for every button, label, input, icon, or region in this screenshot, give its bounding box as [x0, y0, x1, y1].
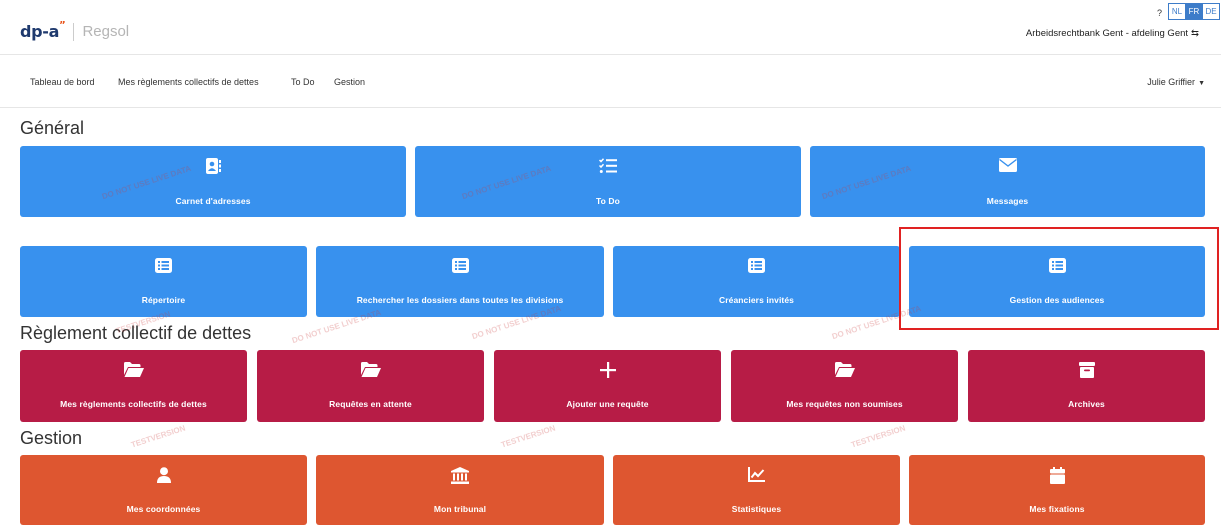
- help-link[interactable]: ?: [1157, 8, 1162, 18]
- lang-fr-button[interactable]: FR: [1185, 3, 1203, 20]
- section-title-collective-settlement: Règlement collectif de dettes: [20, 323, 252, 343]
- list-icon: [20, 258, 307, 273]
- app-logo[interactable]: dp-a” Regsol: [20, 20, 130, 41]
- tile-label: Messages: [986, 196, 1029, 206]
- courthouse-icon: [316, 467, 604, 484]
- tile-directory[interactable]: Répertoire: [20, 246, 307, 317]
- lang-nl-button[interactable]: NL: [1168, 3, 1186, 20]
- folder-open-icon: [20, 362, 247, 377]
- tile-label: Mes règlements collectifs de dettes: [60, 399, 207, 409]
- tile-label: Carnet d'adresses: [175, 196, 251, 206]
- nav-management[interactable]: Gestion: [334, 77, 365, 87]
- tile-label: Ajouter une requête: [566, 399, 649, 409]
- logo-divider: [73, 22, 75, 41]
- test-watermark: TESTVERSION: [849, 423, 907, 450]
- list-icon: [909, 258, 1205, 273]
- tile-address-book[interactable]: Carnet d'adresses: [20, 146, 406, 217]
- archive-icon: [968, 362, 1205, 378]
- user-menu[interactable]: Julie Griffier ▼: [1147, 77, 1205, 87]
- top-header: dp-a” Regsol ? NL FR DE Arbeidsrechtbank…: [0, 0, 1221, 55]
- user-name: Julie Griffier: [1147, 77, 1196, 87]
- tile-label: Statistiques: [731, 504, 782, 514]
- main-nav: Tableau de bord Mes règlements collectif…: [0, 55, 1221, 108]
- list-icon: [613, 258, 900, 273]
- test-watermark: TESTVERSION: [499, 423, 557, 450]
- tile-label: Mes requêtes non soumises: [786, 399, 903, 409]
- swap-icon: ⇆: [1191, 28, 1199, 39]
- tile-label: Rechercher les dossiers dans toutes les …: [356, 295, 564, 305]
- tile-hearing-management[interactable]: Gestion des audiences: [909, 246, 1205, 317]
- section-title-general: Général: [20, 118, 85, 138]
- folder-open-icon: [257, 362, 484, 377]
- tile-pending-requests[interactable]: Requêtes en attente: [257, 350, 484, 422]
- tile-add-request[interactable]: Ajouter une requête: [494, 350, 721, 422]
- envelope-icon: [810, 158, 1205, 172]
- logo-wordmark: dp-a”: [20, 20, 66, 41]
- tile-my-details[interactable]: Mes coordonnées: [20, 455, 307, 525]
- tile-messages[interactable]: Messages: [810, 146, 1205, 217]
- tile-invited-creditors[interactable]: Créanciers invités: [613, 246, 900, 317]
- tile-search-all-divisions[interactable]: Rechercher les dossiers dans toutes les …: [316, 246, 604, 317]
- tile-unsubmitted-requests[interactable]: Mes requêtes non soumises: [731, 350, 958, 422]
- tile-statistics[interactable]: Statistiques: [613, 455, 900, 525]
- folder-open-icon: [731, 362, 958, 377]
- lang-de-button[interactable]: DE: [1202, 3, 1220, 20]
- checklist-icon: [415, 158, 801, 174]
- plus-icon: [494, 362, 721, 378]
- tile-label: To Do: [596, 196, 620, 206]
- tile-label: Archives: [1068, 399, 1105, 409]
- caret-down-icon: ▼: [1198, 80, 1205, 87]
- test-watermark: TESTVERSION: [129, 423, 187, 450]
- nav-todo[interactable]: To Do: [291, 77, 315, 87]
- court-switcher[interactable]: Arbeidsrechtbank Gent - afdeling Gent ⇆: [1026, 28, 1199, 39]
- tile-my-court[interactable]: Mon tribunal: [316, 455, 604, 525]
- nav-dashboard[interactable]: Tableau de bord: [30, 77, 95, 87]
- chart-line-icon: [613, 467, 900, 482]
- tile-label: Requêtes en attente: [329, 399, 412, 409]
- nav-my-settlements[interactable]: Mes règlements collectifs de dettes: [118, 77, 259, 87]
- tile-todo[interactable]: To Do: [415, 146, 801, 217]
- tile-my-settlements[interactable]: Mes règlements collectifs de dettes: [20, 350, 247, 422]
- section-title-management: Gestion: [20, 428, 83, 448]
- court-name: Arbeidsrechtbank Gent - afdeling Gent: [1025, 28, 1189, 39]
- user-icon: [20, 467, 307, 483]
- list-icon: [316, 258, 604, 273]
- tile-archives[interactable]: Archives: [968, 350, 1205, 422]
- calendar-icon: [909, 467, 1205, 484]
- tile-my-hearings[interactable]: Mes fixations: [909, 455, 1205, 525]
- logo-subtitle: Regsol: [82, 23, 130, 40]
- tile-label: Répertoire: [141, 295, 186, 305]
- tile-label: Gestion des audiences: [1009, 295, 1105, 305]
- tile-label: Créanciers invités: [718, 295, 795, 305]
- tile-label: Mes fixations: [1029, 504, 1085, 514]
- tile-label: Mes coordonnées: [126, 504, 201, 514]
- address-book-icon: [20, 158, 406, 174]
- tile-label: Mon tribunal: [433, 504, 487, 514]
